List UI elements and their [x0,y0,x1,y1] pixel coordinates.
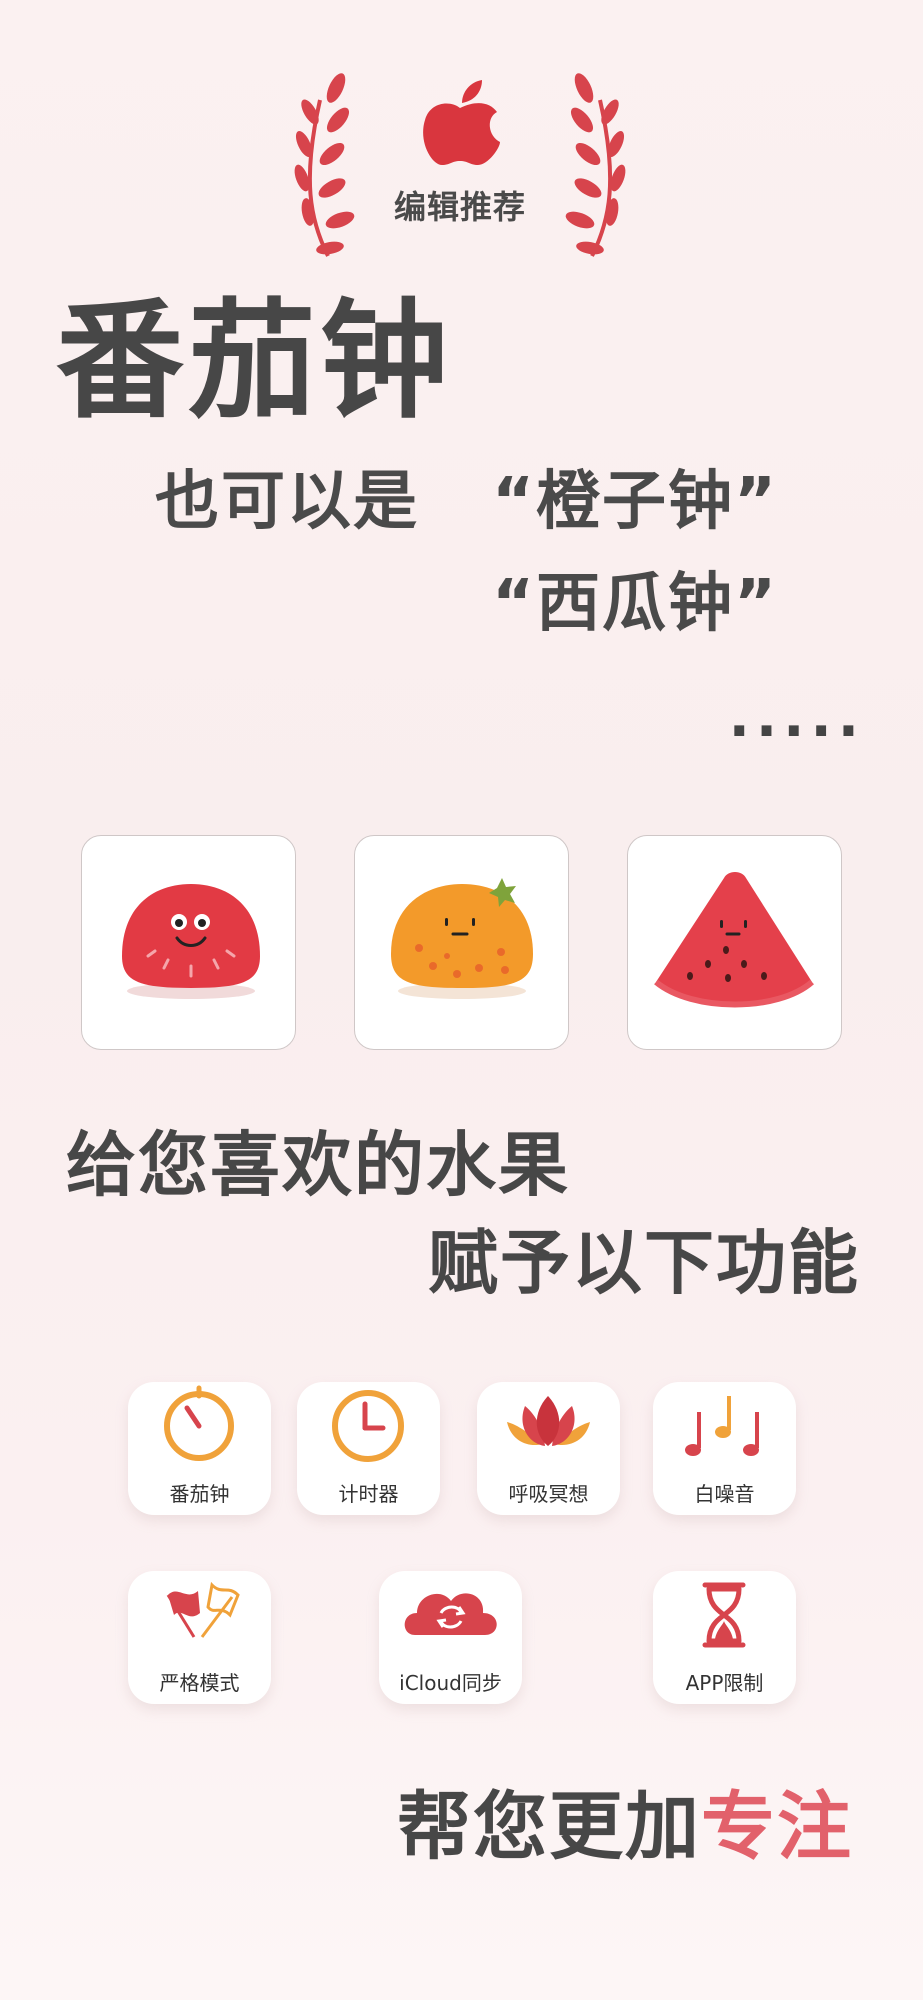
tomato-character-icon [122,884,260,999]
cloud-sync-icon [404,1593,497,1635]
feature-icloud-sync[interactable]: iCloud同步 [379,1571,522,1704]
tagline-accent: 专注 [701,1784,853,1870]
intro-line-1: 给您喜欢的水果 [66,1124,570,1206]
subtitle-orange-clock: “橙子钟” [492,465,779,539]
subtitle-prefix: 也可以是 [155,465,419,539]
feature-label: 计时器 [338,1482,399,1506]
laurel-wreath-icon [294,73,626,257]
music-notes-icon [685,1396,759,1456]
apple-logo-icon [423,80,500,165]
fruit-card-tomato[interactable] [81,835,296,1050]
feature-white-noise[interactable]: 白噪音 [653,1382,796,1515]
hourglass-icon [702,1582,746,1648]
feature-label: 严格模式 [159,1671,240,1695]
clock-icon [332,1390,404,1462]
feature-app-limit[interactable]: APP限制 [653,1571,796,1704]
feature-label: iCloud同步 [399,1671,502,1695]
feature-pomodoro[interactable]: 番茄钟 [128,1382,271,1515]
feature-breathing-meditation[interactable]: 呼吸冥想 [477,1382,620,1515]
badge-label: 编辑推荐 [393,188,526,226]
feature-label: 白噪音 [694,1482,755,1506]
orange-character-icon [391,878,533,999]
watermelon-character-icon [654,872,814,1008]
fruit-card-watermelon[interactable] [627,835,842,1050]
subtitle-watermelon-clock: “西瓜钟” [492,567,779,641]
intro-line-2: 赋予以下功能 [428,1222,860,1304]
feature-label: APP限制 [685,1671,764,1695]
lotus-icon [507,1396,590,1446]
tagline: 帮您更加专注 [397,1790,853,1864]
stopwatch-icon [164,1385,234,1461]
fruit-card-orange[interactable] [354,835,569,1050]
flags-icon [166,1581,240,1638]
page-title: 番茄钟 [56,287,453,436]
feature-timer[interactable]: 计时器 [297,1382,440,1515]
editors-choice-badge: 编辑推荐 [290,70,630,260]
tagline-prefix: 帮您更加 [397,1784,701,1870]
feature-label: 呼吸冥想 [508,1482,589,1506]
feature-label: 番茄钟 [169,1482,230,1506]
ellipsis-text: ..... [728,685,865,750]
feature-strict-mode[interactable]: 严格模式 [128,1571,271,1704]
